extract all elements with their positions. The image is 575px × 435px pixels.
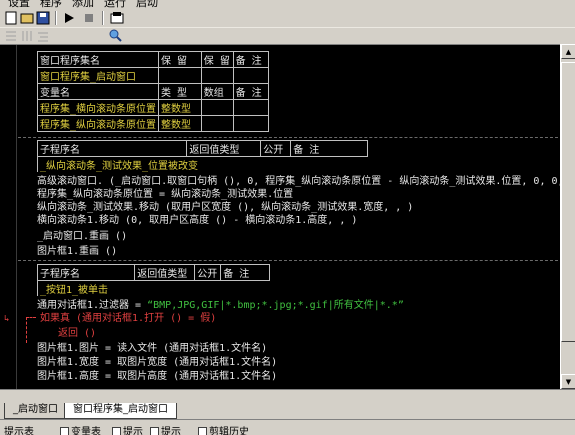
- sub1-table: 子程序名 返回值类型 公开 备 注 _纵向滚动条_测试效果_位置被改变: [36, 140, 368, 173]
- vars-header-array: 数组: [200, 83, 234, 100]
- tab-program-set[interactable]: 窗口程序集_启动窗口: [64, 403, 177, 419]
- clip-icon: [198, 427, 207, 435]
- new-icon[interactable]: [4, 11, 18, 25]
- code-line[interactable]: 通用对话框1.过滤器 = “BMP,JPG,GIF|*.bmp;*.jpg;*.…: [37, 300, 404, 312]
- var-array: [200, 99, 234, 116]
- program-set-cell: [200, 67, 234, 84]
- status-tab-hint1[interactable]: 提示: [112, 423, 143, 435]
- code-line[interactable]: _启动窗口.重画 (): [37, 231, 127, 243]
- status-bar: 提示表 变量表 提示 提示 剪辑历史: [0, 419, 575, 435]
- tab-startup-window[interactable]: _启动窗口: [4, 403, 67, 419]
- decl-header-name: 窗口程序集名: [36, 51, 160, 68]
- scroll-thumb[interactable]: [561, 62, 575, 342]
- vertical-scrollbar[interactable]: ▲ ▼: [560, 44, 575, 389]
- stop-icon[interactable]: [82, 11, 96, 25]
- compile-icon[interactable]: [110, 11, 124, 25]
- section-divider: [18, 137, 558, 138]
- code-line[interactable]: 图片框1.图片 = 读入文件 (通用对话框1.文件名): [37, 343, 267, 355]
- code-line[interactable]: 高级滚动窗口. (_启动窗口.取窗口句柄 (), 0, 程序集_纵向滚动条原位置…: [37, 176, 560, 188]
- var-remark: [232, 99, 270, 116]
- toolbar-separator: [102, 11, 104, 25]
- menu-item-settings[interactable]: 设置: [8, 0, 30, 8]
- menu-item-program[interactable]: 程序: [40, 0, 62, 8]
- var-name[interactable]: 程序集_横向滚动条原位置: [36, 99, 160, 116]
- sub1-header-public: 公开: [260, 140, 292, 157]
- flow-line: [26, 317, 36, 318]
- sub2-header-remark: 备 注: [220, 264, 270, 281]
- scroll-up-icon[interactable]: ▲: [561, 44, 575, 59]
- tabs-bar: _启动窗口 窗口程序集_启动窗口: [0, 389, 575, 419]
- code-line[interactable]: 程序集_纵向滚动条原位置 = 纵向滚动条_测试效果.位置: [37, 189, 293, 201]
- flow-line: [26, 317, 27, 343]
- flow-marker-icon: ↳: [4, 314, 10, 324]
- line-gutter: [0, 45, 17, 389]
- save-icon[interactable]: [36, 11, 50, 25]
- var-type[interactable]: 整数型: [158, 99, 202, 116]
- code-line[interactable]: 图片框1.重画 (): [37, 246, 117, 258]
- sub1-header-return: 返回值类型: [186, 140, 262, 157]
- toolbar-secondary: [0, 28, 575, 44]
- declaration-table: 窗口程序集名 保 留 保 留 备 注 窗口程序集_启动窗口 变量名 类 型 数组…: [36, 51, 270, 132]
- var-type[interactable]: 整数型: [158, 115, 202, 132]
- toolbar-separator: [55, 11, 57, 25]
- program-set-cell: [158, 67, 202, 84]
- table-icon: [60, 427, 69, 435]
- hint-icon: [112, 427, 121, 435]
- vars-header-name: 变量名: [36, 83, 160, 100]
- align-icon[interactable]: [4, 29, 18, 43]
- format-icon[interactable]: [20, 29, 34, 43]
- sub1-name[interactable]: _纵向滚动条_测试效果_位置被改变: [37, 156, 368, 173]
- status-tab-tips[interactable]: 提示表: [4, 423, 34, 435]
- horizontal-scrollbar[interactable]: [0, 390, 575, 402]
- program-set-name[interactable]: 窗口程序集_启动窗口: [36, 67, 160, 84]
- decl-header-remark: 备 注: [232, 51, 270, 68]
- sub2-header-public: 公开: [194, 264, 222, 281]
- status-tab-hint2[interactable]: 提示: [150, 423, 181, 435]
- vars-header-type: 类 型: [158, 83, 202, 100]
- search-icon[interactable]: [108, 28, 122, 42]
- code-line[interactable]: 图片框1.宽度 = 取图片宽度 (通用对话框1.文件名): [37, 357, 277, 369]
- code-line[interactable]: 返回 (): [58, 328, 96, 340]
- sub1-header-name: 子程序名: [36, 140, 188, 157]
- code-editor[interactable]: 窗口程序集名 保 留 保 留 备 注 窗口程序集_启动窗口 变量名 类 型 数组…: [0, 44, 560, 389]
- open-icon[interactable]: [20, 11, 34, 25]
- sub2-table: 子程序名 返回值类型 公开 备 注 _按钮1_被单击: [36, 264, 270, 297]
- run-icon[interactable]: [62, 11, 76, 25]
- status-tab-clip-history[interactable]: 剪辑历史: [198, 423, 249, 435]
- menu-item-start[interactable]: 启动: [136, 0, 158, 8]
- scroll-down-icon[interactable]: ▼: [561, 374, 575, 389]
- string-literal: “BMP,JPG,GIF|*.bmp;*.jpg;*.gif|所有文件|*.*”: [147, 300, 404, 311]
- var-name[interactable]: 程序集_纵向滚动条原位置: [36, 115, 160, 132]
- sub2-name[interactable]: _按钮1_被单击: [37, 280, 270, 297]
- code-text: 通用对话框1.过滤器 =: [37, 300, 148, 311]
- var-remark: [232, 115, 270, 132]
- code-line[interactable]: 纵向滚动条_测试效果.移动 (取用户区宽度 (), 纵向滚动条_测试效果.宽度,…: [37, 202, 413, 214]
- code-line[interactable]: 如果真 (通用对话框1.打开 () = 假): [40, 313, 216, 325]
- hint-icon: [150, 427, 159, 435]
- section-divider: [18, 260, 558, 261]
- decl-header-reserved2: 保 留: [200, 51, 234, 68]
- menu-item-run[interactable]: 运行: [104, 0, 126, 8]
- sub1-header-remark: 备 注: [290, 140, 368, 157]
- sub2-header-name: 子程序名: [36, 264, 136, 281]
- decl-header-reserved1: 保 留: [158, 51, 202, 68]
- sub2-header-return: 返回值类型: [134, 264, 196, 281]
- code-line[interactable]: 图片框1.高度 = 取图片高度 (通用对话框1.文件名): [37, 371, 277, 383]
- indent-icon[interactable]: [36, 29, 50, 43]
- menu-bar: 设置 程序 添加 运行 启动: [0, 0, 575, 8]
- code-line[interactable]: 横向滚动条1.移动 (0, 取用户区高度 () - 横向滚动条1.高度, , ): [37, 215, 357, 227]
- var-array: [200, 115, 234, 132]
- program-set-cell: [232, 67, 270, 84]
- toolbar-main: [0, 8, 575, 28]
- vars-header-remark: 备 注: [232, 83, 270, 100]
- menu-item-add[interactable]: 添加: [72, 0, 94, 8]
- status-tab-variables[interactable]: 变量表: [60, 423, 101, 435]
